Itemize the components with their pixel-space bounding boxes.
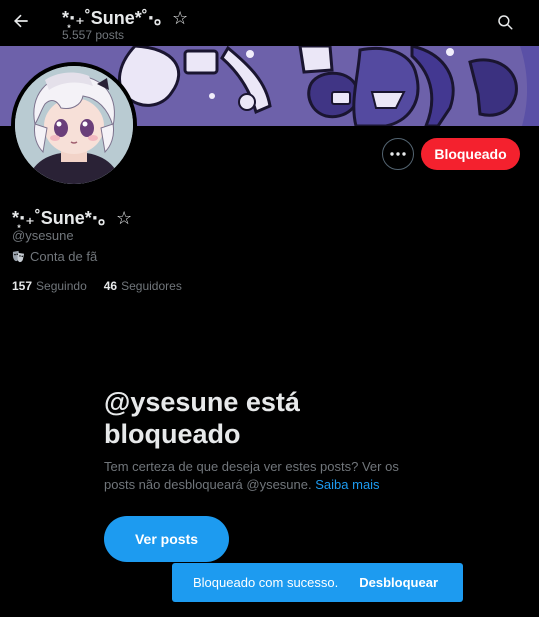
blocked-description: Tem certeza de que deseja ver estes post… [104,458,424,494]
learn-more-link[interactable]: Saiba mais [315,477,379,492]
unblock-button[interactable]: Desbloquear [359,575,438,590]
header-posts-count: 5.557 posts [62,28,125,42]
more-horizontal-icon [390,152,406,156]
avatar[interactable] [11,62,137,188]
profile-handle: @ysesune [12,228,74,243]
followers-label: Seguidores [121,279,182,293]
search-icon [498,15,513,30]
profile-display-name: *͙‧₊˚Sune*‧。☆ [12,208,133,228]
followers-link[interactable]: 46 Seguidores [104,279,182,293]
search-button[interactable] [491,8,519,36]
avatar-illustration [15,66,133,184]
fan-account-label: Conta de fã [12,249,97,264]
followers-count: 46 [103,279,118,293]
following-count: 157 [12,279,33,293]
top-bar: *͙‧₊˚Sune*˚‧。☆ 5.557 posts [0,0,539,46]
profile-stats: 157 Seguindo 46 Seguidores [12,279,182,293]
following-label: Seguindo [36,279,87,293]
more-options-button[interactable] [382,138,414,170]
toast-notification: Bloqueado com sucesso. Desbloquear [172,563,463,602]
following-link[interactable]: 157 Seguindo [12,279,87,293]
arrow-left-icon [14,14,28,28]
toast-message: Bloqueado com sucesso. [193,575,339,590]
theater-masks-icon [12,250,25,263]
header-name: *͙‧₊˚Sune*˚‧。☆ [62,8,189,28]
blocked-title: @ysesune está bloqueado [104,387,300,449]
view-posts-button[interactable]: Ver posts [104,516,229,562]
fan-account-text: Conta de fã [30,249,98,264]
blocked-button[interactable]: Bloqueado [421,138,520,170]
back-button[interactable] [6,6,36,36]
